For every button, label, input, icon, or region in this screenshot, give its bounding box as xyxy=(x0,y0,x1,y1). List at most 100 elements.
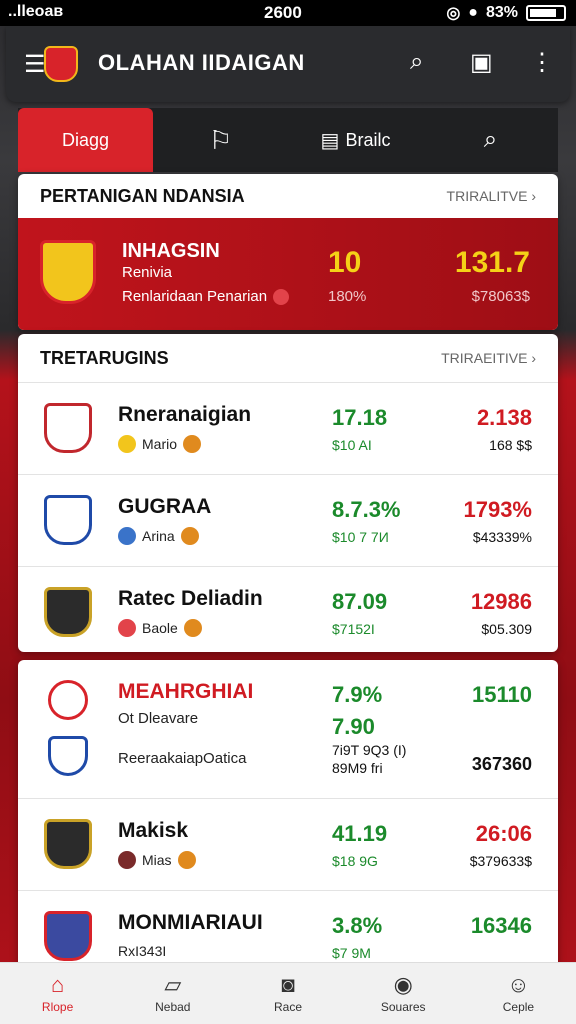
nav-label: Souares xyxy=(380,999,426,1014)
value-secondary: 16346 xyxy=(470,913,532,938)
value-primary: 7.9% xyxy=(332,682,383,707)
nav-ceple[interactable]: ☺ Ceple xyxy=(461,963,576,1024)
score-secondary-sub: $78063$ xyxy=(471,288,530,305)
value-primary: 87.09 xyxy=(332,589,388,614)
score-primary: 10 xyxy=(328,246,362,279)
app-title: OLAHAN IIDAIGAN xyxy=(98,50,305,75)
search-icon: ⌕ xyxy=(483,126,498,153)
team-name: MEAHRGHIAI xyxy=(118,680,254,703)
team-sub: Baole xyxy=(118,619,202,637)
status-time: 2600 xyxy=(264,3,302,22)
section-header: TRETARUGINS TRIRAEITIVE › xyxy=(18,334,558,382)
section-featured: PERTANIGAN NDANSIA TRIRALITVE › INHAGSIN… xyxy=(18,174,558,330)
value-secondary-sub: 367360 xyxy=(471,754,532,774)
value-primary-sub: $7 9M xyxy=(332,945,371,961)
person-icon: ☺ xyxy=(507,971,530,997)
value-primary-sub-2: 89M9 fri xyxy=(332,760,383,776)
list-item[interactable]: GUGRAA Arina 8.7.3% $10 7 7И 1793% $4333… xyxy=(18,474,558,566)
value-secondary: 1793% xyxy=(463,497,532,522)
section-list: TRETARUGINS TRIRAEITIVE › Rneranaigian M… xyxy=(18,334,558,652)
nav-race[interactable]: ◙ Race xyxy=(230,963,345,1024)
score-primary-sub: 180% xyxy=(328,288,367,305)
section-header: PERTANIGAN NDANSIA TRIRALITVE › xyxy=(18,174,558,218)
tab-brailc[interactable]: ▤ Brailc xyxy=(288,108,423,172)
team-sub-text: Mario xyxy=(142,436,178,452)
team-detail-text: Renlaridaan Penarian xyxy=(122,288,268,305)
battery-icon xyxy=(526,5,566,21)
section-link[interactable]: TRIRALITVE › xyxy=(447,188,536,204)
score-secondary: 131.7 xyxy=(454,246,530,279)
tab-label: Diagg xyxy=(61,129,110,150)
value-secondary-sub: 168 $$ xyxy=(489,437,532,453)
team-crest xyxy=(44,403,92,453)
menu-icon[interactable]: ☰ xyxy=(24,50,46,79)
featured-match[interactable]: INHAGSIN Renivia Renlaridaan Penarian 10… xyxy=(18,218,558,330)
ball-icon xyxy=(180,527,199,545)
signal-indicator: ..llеoaв xyxy=(8,3,64,20)
team-sub-text: Mias xyxy=(142,852,172,868)
nav-label: Ceple xyxy=(502,999,535,1014)
team-name: Ratec Deliadin xyxy=(118,587,263,610)
nav-nebad[interactable]: ▱ Nebad xyxy=(115,963,230,1024)
value-secondary: 12986 xyxy=(470,589,532,614)
team-crest xyxy=(40,240,96,304)
ball-icon xyxy=(177,851,196,869)
value-primary-sub: $7152I xyxy=(332,621,375,637)
value-primary: 17.18 xyxy=(332,405,388,430)
value-secondary: 26:06 xyxy=(475,821,532,846)
nav-home[interactable]: ⌂ Rlope xyxy=(0,963,115,1024)
list-item[interactable]: Makisk Mias 41.19 $18 9G 26:06 $379633$ xyxy=(18,798,558,890)
ball-icon xyxy=(183,619,202,637)
value-primary-sub: 7i9T 9Q3 (I) xyxy=(332,742,407,758)
home-icon: ⌂ xyxy=(50,971,65,997)
list-item[interactable]: MEAHRGHIAI Ot Dleavare ReeraakaiapOatica… xyxy=(18,660,558,798)
section-link[interactable]: TRIRAEITIVE › xyxy=(441,350,536,366)
status-bar: ..llеoaв 2600 ◎ ● 83% xyxy=(0,0,576,26)
badge-icon xyxy=(118,527,136,545)
value-secondary-sub: $379633$ xyxy=(469,853,532,869)
search-icon[interactable]: ⌕ xyxy=(410,48,423,76)
badge-icon xyxy=(118,435,136,453)
more-vert-icon[interactable]: ⋮ xyxy=(530,48,554,77)
value-primary: 3.8% xyxy=(332,913,383,938)
team-crest xyxy=(48,680,88,720)
value-secondary-sub: $43339% xyxy=(472,529,532,545)
tab-diagg[interactable]: Diagg xyxy=(18,108,153,172)
location-icon: ● xyxy=(468,4,478,21)
tab-whistle[interactable]: ⚐ xyxy=(153,108,288,172)
list-item[interactable]: Rneranaigian Mario 17.18 $10 AI 2.138 16… xyxy=(18,382,558,474)
team-crest xyxy=(44,495,92,545)
team-sub-2: ReeraakaiapOatica xyxy=(118,750,247,767)
value-primary-sub: $10 AI xyxy=(332,437,372,453)
team-sub: Mario xyxy=(118,435,202,453)
team-sub: Renivia xyxy=(122,264,173,281)
nav-label: Nebad xyxy=(155,999,191,1014)
tab-search[interactable]: ⌕ xyxy=(423,108,558,172)
record-icon: ◙ xyxy=(281,971,295,997)
list-item[interactable]: Ratec Deliadin Baole 87.09 $7152I 12986 … xyxy=(18,566,558,652)
value-primary: 41.19 xyxy=(332,821,388,846)
nav-souares[interactable]: ◉ Souares xyxy=(346,963,461,1024)
badge-icon: ◉ xyxy=(393,971,413,997)
team-crest xyxy=(44,911,92,961)
badge-icon xyxy=(118,851,136,869)
app-bar: ☰ OLAHAN IIDAIGAN ⌕ ▣ ⋮ xyxy=(6,26,570,102)
square-icon[interactable]: ▣ xyxy=(470,48,493,77)
section-title: TRETARUGINS xyxy=(40,347,169,368)
team-sub-text: Arina xyxy=(142,528,175,544)
tab-bar: Diagg ⚐ ▤ Brailc ⌕ xyxy=(18,108,558,172)
status-right: ◎ ● 83% xyxy=(446,3,566,23)
nav-label: Rlope xyxy=(41,999,74,1014)
value-primary: 8.7.3% xyxy=(332,497,401,522)
bottom-nav: ⌂ Rlope ▱ Nebad ◙ Race ◉ Souares ☺ Ceple xyxy=(0,962,576,1024)
value-secondary: 15110 xyxy=(472,682,532,707)
nav-label: Race xyxy=(274,999,303,1014)
tab-label: Brailc xyxy=(345,129,391,150)
team-crest-secondary xyxy=(48,736,88,776)
value-secondary-sub: $05.309 xyxy=(481,621,532,637)
list-item[interactable]: MONMIARIAUI RxI343I 3.8% $7 9M 16346 xyxy=(18,890,558,970)
team-name: Rneranaigian xyxy=(118,403,252,426)
value-secondary: 2.138 xyxy=(476,405,532,430)
team-crest xyxy=(44,587,92,637)
map-icon: ▱ xyxy=(164,971,182,997)
